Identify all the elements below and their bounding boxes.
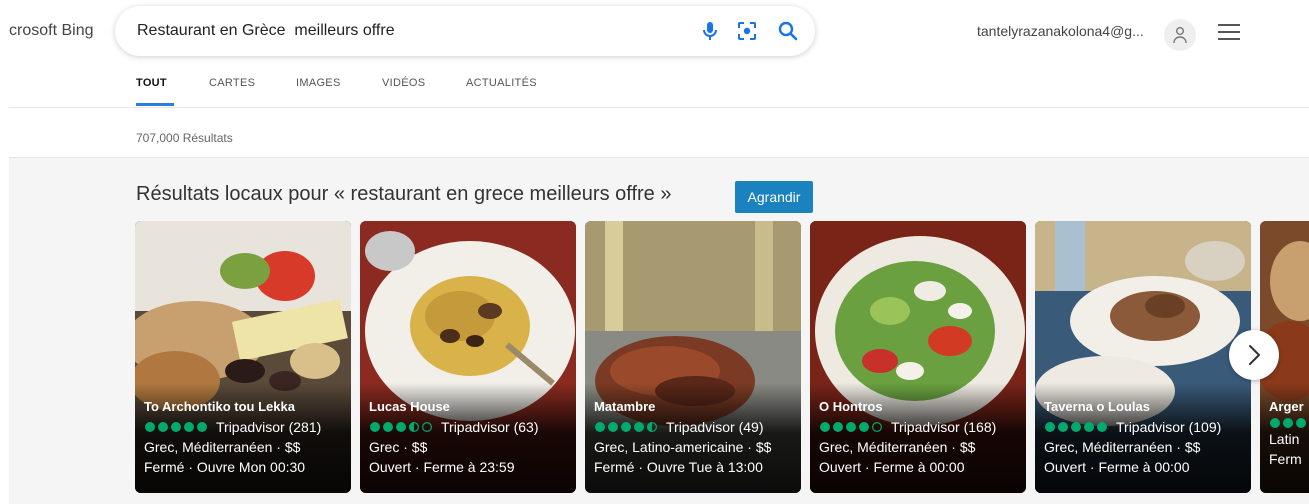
restaurant-card[interactable]: O Hontros Tripadvisor (168) Grec, Médite…	[810, 221, 1026, 493]
card-info: O Hontros Tripadvisor (168) Grec, Médite…	[819, 397, 1020, 477]
opening-hours: Ouvert · Ferme à 00:00	[1044, 459, 1190, 475]
restaurant-name[interactable]: Taverna o Loulas	[1044, 397, 1245, 417]
restaurant-card[interactable]: Matambre Tripadvisor (49) Grec, Latino-a…	[585, 221, 801, 493]
cuisine-price: Grec, Méditerranéen · $$	[144, 439, 301, 455]
restaurant-name[interactable]: Arger	[1269, 397, 1309, 417]
top-bar: crosoft Bing Restaurant en Grèce meilleu…	[0, 0, 1309, 108]
rating-row: Tripadvisor (109)	[1044, 417, 1245, 437]
rating-row: Tripadvisor (49)	[594, 417, 795, 437]
restaurant-name[interactable]: To Archontiko tou Lekka	[144, 397, 345, 417]
local-results-title: Résultats locaux pour « restaurant en gr…	[136, 183, 672, 205]
review-count: Tripadvisor (49)	[666, 419, 764, 435]
rating-row: Tripadvisor (281)	[144, 417, 345, 437]
card-info: To Archontiko tou Lekka Tripadvisor (281…	[144, 397, 345, 477]
rating-dots-icon	[369, 421, 435, 433]
account-email[interactable]: tantelyrazanakolona4@g...	[977, 23, 1144, 39]
rating-row: Tripadvisor (63)	[369, 417, 570, 437]
search-icon[interactable]	[776, 19, 800, 43]
rating-dots-icon	[594, 421, 660, 433]
review-count: Tripadvisor (168)	[891, 419, 997, 435]
opening-hours: Fermé · Ouvre Mon 00:30	[144, 459, 306, 475]
cuisine-price: Latin	[1269, 431, 1300, 447]
chevron-right-icon	[1249, 345, 1260, 365]
restaurant-name[interactable]: Matambre	[594, 397, 795, 417]
visual-search-icon[interactable]	[735, 19, 759, 43]
review-count: Tripadvisor (109)	[1116, 419, 1222, 435]
card-info: Taverna o Loulas Tripadvisor (109) Grec,…	[1044, 397, 1245, 477]
tab-maps[interactable]: CARTES	[209, 77, 255, 89]
expand-button[interactable]: Agrandir	[735, 181, 813, 213]
review-count: Tripadvisor (63)	[441, 419, 539, 435]
card-info: Arger Latin Ferm	[1269, 397, 1309, 469]
opening-hours: Ouvert · Ferme à 00:00	[819, 459, 965, 475]
search-input[interactable]: Restaurant en Grèce meilleurs offre	[137, 6, 395, 56]
search-box[interactable]: Restaurant en Grèce meilleurs offre	[115, 6, 815, 56]
opening-hours: Fermé · Ouvre Tue à 13:00	[594, 459, 763, 475]
card-info: Lucas House Tripadvisor (63) Grec · $$ O…	[369, 397, 570, 477]
tab-images[interactable]: IMAGES	[296, 77, 341, 89]
restaurant-card[interactable]: Lucas House Tripadvisor (63) Grec · $$ O…	[360, 221, 576, 493]
cuisine-price: Grec, Latino-americaine · $$	[594, 439, 772, 455]
rating-row: Tripadvisor (168)	[819, 417, 1020, 437]
rating-row	[1269, 417, 1309, 429]
rating-dots-icon	[1269, 417, 1309, 429]
card-info: Matambre Tripadvisor (49) Grec, Latino-a…	[594, 397, 795, 477]
tab-news[interactable]: ACTUALITÉS	[466, 77, 537, 89]
rating-dots-icon	[1044, 421, 1110, 433]
restaurant-card[interactable]: Taverna o Loulas Tripadvisor (109) Grec,…	[1035, 221, 1251, 493]
opening-hours: Ouvert · Ferme à 23:59	[369, 459, 515, 475]
tab-videos[interactable]: VIDÉOS	[382, 77, 425, 89]
cuisine-price: Grec, Méditerranéen · $$	[1044, 439, 1201, 455]
carousel-next-button[interactable]	[1229, 330, 1279, 380]
rating-dots-icon	[144, 421, 210, 433]
results-count: 707,000 Résultats	[136, 131, 233, 145]
microphone-icon[interactable]	[698, 19, 722, 43]
user-icon	[1173, 27, 1187, 44]
restaurant-name[interactable]: O Hontros	[819, 397, 1020, 417]
active-tab-indicator	[136, 103, 174, 106]
bing-logo[interactable]: crosoft Bing	[9, 22, 93, 40]
restaurant-card[interactable]: To Archontiko tou Lekka Tripadvisor (281…	[135, 221, 351, 493]
cuisine-price: Grec · $$	[369, 439, 428, 455]
header-divider	[9, 107, 1309, 108]
hamburger-menu-icon[interactable]	[1217, 22, 1241, 42]
rating-dots-icon	[819, 421, 885, 433]
review-count: Tripadvisor (281)	[216, 419, 322, 435]
cuisine-price: Grec, Méditerranéen · $$	[819, 439, 976, 455]
tab-all[interactable]: TOUT	[136, 77, 167, 89]
restaurant-name[interactable]: Lucas House	[369, 397, 570, 417]
opening-hours: Ferm	[1269, 451, 1302, 467]
avatar[interactable]	[1164, 19, 1196, 51]
